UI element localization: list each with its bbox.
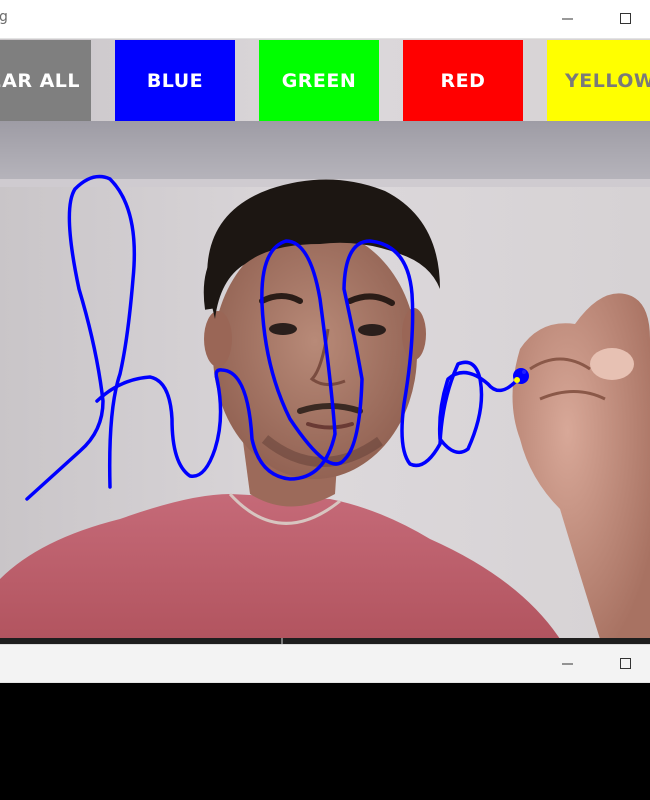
green-label: GREEN [281,69,357,92]
minimize-icon [562,663,573,665]
blue-label: BLUE [146,69,204,92]
blue-color-button[interactable]: BLUE [115,40,235,121]
minimize-icon [562,18,573,20]
minimize-button[interactable] [552,4,584,34]
webcam-canvas[interactable] [0,39,650,639]
red-color-button[interactable]: RED [403,40,523,121]
second-maximize-button[interactable] [610,649,642,679]
yellow-label: YELLOW [565,69,650,92]
clear-all-label: EAR ALL [0,69,80,92]
second-window-titlebar[interactable] [0,644,650,683]
maximize-button[interactable] [610,4,642,34]
clear-all-button[interactable]: EAR ALL [0,40,91,121]
second-window-content [0,683,650,800]
pointer-marker-icon [513,368,529,384]
maximize-icon [620,13,631,24]
green-color-button[interactable]: GREEN [259,40,379,121]
red-label: RED [440,69,486,92]
window-title: g [0,9,8,25]
yellow-color-button[interactable]: YELLOW [547,40,650,121]
second-minimize-button[interactable] [552,649,584,679]
webcam-scene [0,39,650,639]
top-window-titlebar[interactable]: g [0,0,650,39]
maximize-icon [620,658,631,669]
